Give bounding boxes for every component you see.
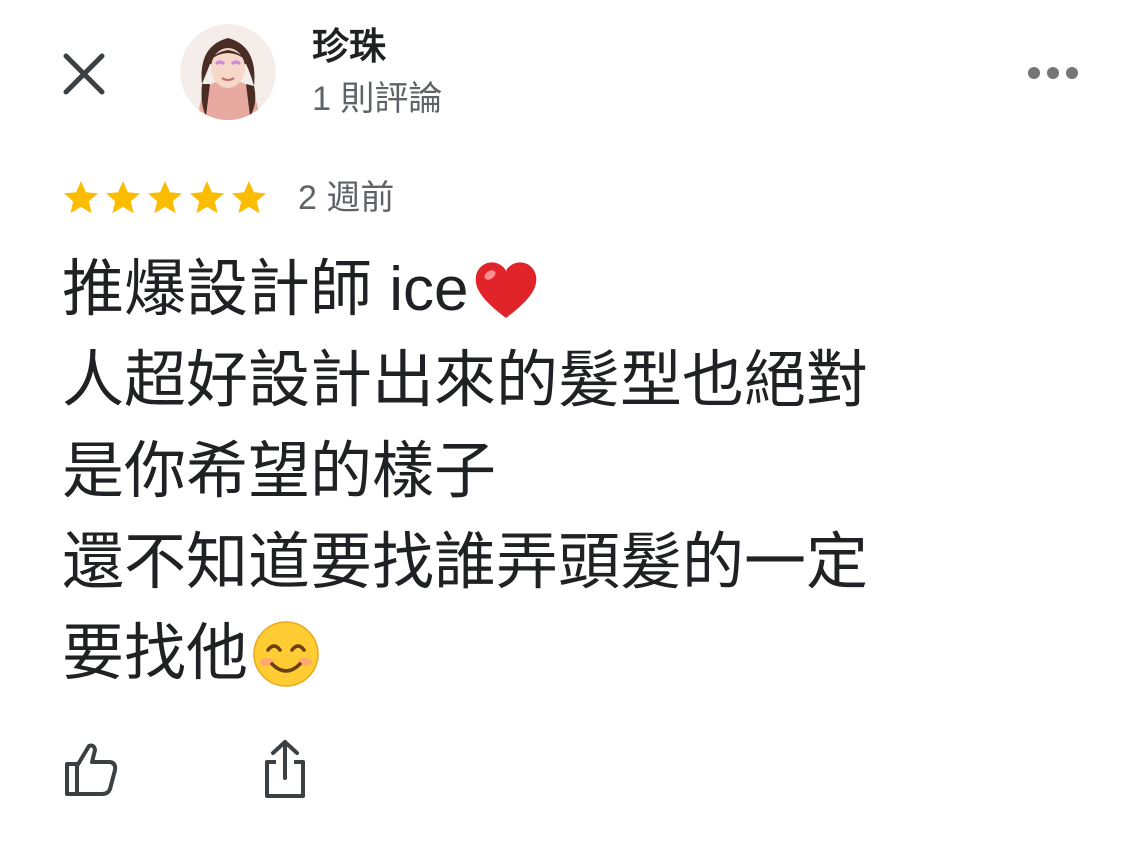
author-review-count: 1 則評論	[312, 80, 443, 118]
review-line: 是你希望的樣子	[62, 426, 1062, 517]
review-line: 人超好設計出來的髮型也絕對	[62, 335, 1062, 426]
review-line-text: 推爆設計師 ice	[62, 255, 469, 324]
close-button[interactable]	[58, 48, 110, 100]
avatar[interactable]	[180, 24, 276, 120]
star-icon	[106, 181, 140, 214]
review-line: 推爆設計師 ice	[62, 244, 1062, 335]
star-icon	[148, 181, 182, 214]
review-line: 還不知道要找誰弄頭髮的一定	[62, 517, 1062, 608]
share-button[interactable]	[260, 738, 310, 800]
star-icon	[232, 181, 266, 214]
review-text: 推爆設計師 ice 人超好設計出來的髮型也絕對 是你希望的樣子還不知道要找誰弄頭髮的…	[62, 244, 1062, 699]
star-icon	[190, 181, 224, 214]
close-icon	[63, 53, 105, 95]
review-time: 2 週前	[298, 179, 395, 217]
review-line-text: 人超好設計出來的髮型也絕對	[62, 346, 869, 415]
review-rating-row: 2 週前	[62, 176, 394, 220]
star-rating	[62, 179, 268, 217]
review-line-text: 要找他	[62, 619, 249, 688]
share-icon	[265, 740, 305, 798]
review-line-text: 是你希望的樣子	[62, 437, 497, 506]
more-options-button[interactable]	[1024, 58, 1082, 88]
smiling-face-emoji	[253, 620, 319, 687]
review-line-text: 還不知道要找誰弄頭髮的一定	[62, 528, 869, 597]
author-name[interactable]: 珍珠	[312, 24, 386, 70]
review-line: 要找他	[62, 608, 1062, 699]
heart-emoji	[476, 261, 537, 318]
review-detail-screen: 珍珠 1 則評論 2 週前 推爆設計師 ice 人超好設計出來的髮型也絕對 是你希望…	[0, 0, 1125, 847]
thumbs-up-icon	[65, 743, 118, 796]
star-icon	[64, 181, 98, 214]
more-horizontal-icon	[1028, 67, 1078, 79]
like-button[interactable]	[62, 740, 120, 798]
